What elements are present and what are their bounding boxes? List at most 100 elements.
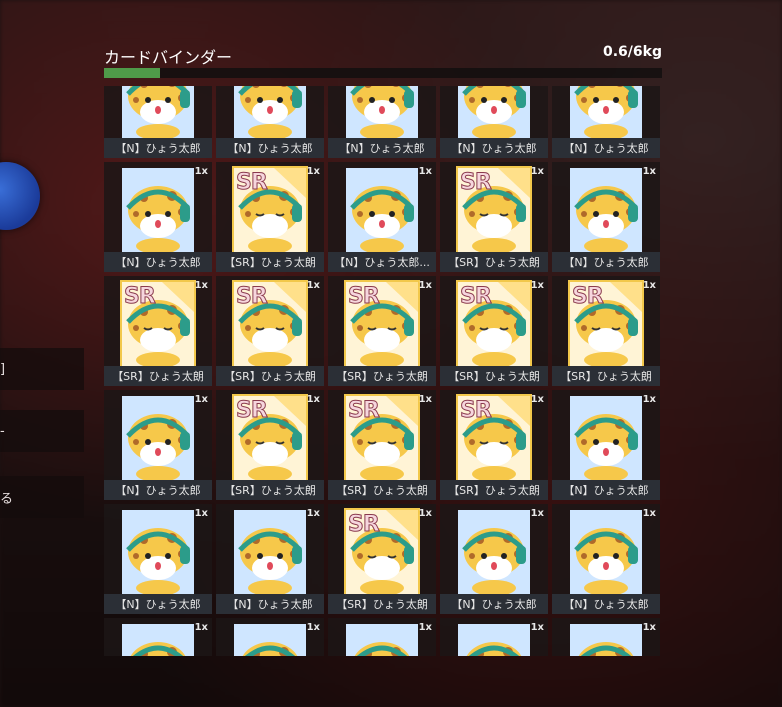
card-art: SR	[344, 508, 420, 596]
card-art: SR	[232, 394, 308, 482]
card-slot[interactable]: 1x 【N】ひょう太郎	[440, 504, 548, 614]
sidebar-item-1[interactable]: ]	[0, 348, 84, 390]
card-slot[interactable]: 1x	[552, 618, 660, 656]
card-count: 1x	[306, 394, 320, 405]
card-slot[interactable]: SR 1x 【SR】ひょう太朗	[440, 276, 548, 386]
card-label: 【N】ひょう太郎	[552, 138, 660, 158]
card-art-mascot	[574, 186, 638, 252]
card-art	[346, 86, 418, 138]
card-slot[interactable]: SR 1x 【SR】ひょう太朗	[328, 276, 436, 386]
card-art	[570, 624, 642, 656]
card-art	[122, 624, 194, 656]
game-logo	[0, 162, 40, 230]
card-art-mascot	[578, 642, 634, 656]
card-label: 【N】ひょう太郎	[328, 138, 436, 158]
card-count: 1x	[530, 622, 544, 633]
card-art: SR	[344, 280, 420, 368]
card-label: 【N】ひょう太郎	[552, 594, 660, 614]
card-slot[interactable]: 1x	[328, 618, 436, 656]
card-art-mascot	[130, 642, 186, 656]
panel-title: カードバインダー	[104, 48, 233, 67]
card-art	[346, 624, 418, 656]
card-count: 1x	[642, 280, 656, 291]
card-slot[interactable]: SR 1x 【SR】ひょう太朗	[216, 162, 324, 272]
card-slot[interactable]: 1x【N】ひょう太郎	[552, 390, 660, 500]
card-art	[234, 86, 306, 138]
card-slot[interactable]: 1x【N】ひょう太郎	[104, 162, 212, 272]
left-sidebar: ] - る	[0, 0, 92, 707]
sidebar-item-3[interactable]: る	[0, 476, 84, 518]
card-art: SR	[456, 394, 532, 482]
card-count: 1x	[418, 508, 432, 519]
card-slot[interactable]: SR 1x 【SR】ひょう太朗	[440, 390, 548, 500]
card-art: SR	[232, 280, 308, 368]
card-slot[interactable]: 1x【N】ひょう太郎	[104, 390, 212, 500]
card-slot[interactable]: 1x【N】ひょう太郎	[216, 86, 324, 158]
card-count: 1x	[530, 508, 544, 519]
card-slot[interactable]: 1x	[216, 618, 324, 656]
card-art	[234, 510, 306, 594]
sidebar-item-2[interactable]: -	[0, 410, 84, 452]
card-slot[interactable]: 1x 【N】ひょう太郎...	[328, 162, 436, 272]
card-count: 1x	[418, 622, 432, 633]
card-grid[interactable]: 1x【N】ひょう太郎1x【N】ひょう太郎1x【N】ひょう太郎1x【N】ひょう太郎…	[104, 86, 664, 656]
card-count: 1x	[642, 508, 656, 519]
card-art	[458, 86, 530, 138]
card-slot[interactable]: SR 1x 【SR】ひょう太朗	[216, 390, 324, 500]
card-slot[interactable]: 1x	[440, 618, 548, 656]
card-slot[interactable]: SR 1x 【SR】ひょう太朗	[328, 390, 436, 500]
card-label: 【SR】ひょう太朗	[104, 366, 212, 386]
card-slot[interactable]: 1x【N】ひょう太郎	[552, 86, 660, 158]
card-slot[interactable]: SR 1x 【SR】ひょう太朗	[328, 504, 436, 614]
card-slot[interactable]: 1x【N】ひょう太郎	[104, 504, 212, 614]
sr-rarity-mark: SR	[236, 170, 269, 196]
card-slot[interactable]: 1x【N】ひょう太郎	[440, 86, 548, 158]
card-slot[interactable]: 1x【N】ひょう太郎	[328, 86, 436, 158]
card-count: 1x	[306, 166, 320, 177]
card-art	[234, 624, 306, 656]
card-slot[interactable]: 1x【N】ひょう太郎	[216, 504, 324, 614]
sr-rarity-mark: SR	[460, 398, 493, 424]
card-art	[458, 624, 530, 656]
card-art	[122, 510, 194, 594]
card-slot[interactable]: SR 1x 【SR】ひょう太朗	[440, 162, 548, 272]
card-count: 1x	[530, 394, 544, 405]
card-art-mascot	[574, 86, 638, 138]
sr-rarity-mark: SR	[348, 398, 381, 424]
card-slot[interactable]: SR 1x 【SR】ひょう太朗	[552, 276, 660, 386]
card-slot[interactable]: 1x【N】ひょう太郎	[552, 162, 660, 272]
sidebar-item-label: る	[0, 491, 14, 507]
card-count: 1x	[194, 394, 208, 405]
card-label: 【N】ひょう太郎	[440, 594, 548, 614]
sr-rarity-mark: SR	[236, 284, 269, 310]
sidebar-item-label: -	[0, 423, 5, 439]
sr-rarity-mark: SR	[572, 284, 605, 310]
card-count: 1x	[642, 622, 656, 633]
card-slot[interactable]: 1x 【N】ひょう太郎	[552, 504, 660, 614]
sr-rarity-mark: SR	[124, 284, 157, 310]
card-art	[570, 168, 642, 252]
card-art-mascot	[354, 642, 410, 656]
weight-readout: 0.6/6kg	[603, 44, 662, 60]
card-slot[interactable]: SR 1x 【SR】ひょう太朗	[216, 276, 324, 386]
sr-rarity-mark: SR	[348, 512, 381, 538]
card-label: 【N】ひょう太郎	[104, 252, 212, 272]
card-slot[interactable]: SR 1x 【SR】ひょう太朗	[104, 276, 212, 386]
card-art	[346, 168, 418, 252]
card-art-mascot	[574, 528, 638, 594]
card-slot[interactable]: 1x	[104, 618, 212, 656]
card-label: 【N】ひょう太郎	[216, 594, 324, 614]
card-art: SR	[232, 166, 308, 254]
card-art	[122, 86, 194, 138]
card-count: 1x	[306, 280, 320, 291]
card-art-mascot	[574, 414, 638, 480]
card-slot[interactable]: 1x【N】ひょう太郎	[104, 86, 212, 158]
card-art-mascot	[466, 642, 522, 656]
card-art: SR	[344, 394, 420, 482]
card-art: SR	[456, 166, 532, 254]
card-art	[570, 86, 642, 138]
card-label: 【N】ひょう太郎	[216, 138, 324, 158]
card-label: 【N】ひょう太郎	[440, 138, 548, 158]
card-count: 1x	[418, 394, 432, 405]
card-art	[570, 510, 642, 594]
